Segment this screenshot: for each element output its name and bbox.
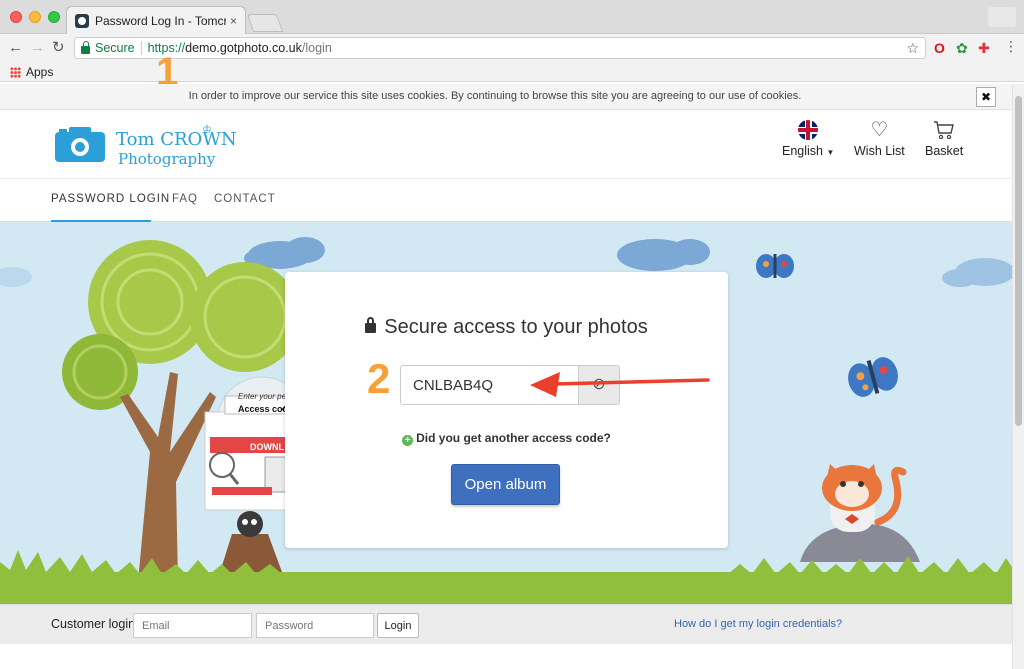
- annotation-arrow: [530, 372, 710, 397]
- back-arrow-icon[interactable]: ←: [8, 39, 23, 57]
- reload-icon[interactable]: ↻: [52, 39, 65, 57]
- main-navigation: PASSWORD LOGIN FAQ CONTACT: [0, 178, 1012, 223]
- apps-grid-icon[interactable]: [10, 67, 21, 78]
- browser-tab-strip: Password Log In - Tomcrown P ×: [0, 0, 1024, 34]
- bookmark-apps[interactable]: Apps: [26, 65, 53, 79]
- secure-label: Secure: [95, 41, 135, 55]
- new-tab-button[interactable]: [246, 14, 284, 32]
- language-selector[interactable]: English ▼: [782, 120, 834, 158]
- customer-login-label: Customer login: [51, 617, 136, 631]
- opera-extension-icon[interactable]: O: [934, 40, 945, 56]
- page-bottom: [0, 644, 1012, 669]
- bookmarks-bar: Apps: [0, 62, 1024, 82]
- password-input[interactable]: [256, 613, 374, 638]
- logo-name[interactable]: Tom CROWN: [116, 129, 237, 150]
- login-button[interactable]: Login: [377, 613, 419, 638]
- menu-kebab-icon[interactable]: ⋮: [1004, 38, 1018, 55]
- browser-toolbar: ← → ↻ Secure https:// demo.gotphoto.co.u…: [0, 34, 1024, 62]
- hero-section: Enter your perso Access code DOWNL Secur…: [0, 222, 1012, 604]
- site-favicon-icon: [75, 13, 89, 28]
- cart-icon: [934, 121, 955, 140]
- caret-down-icon: ▼: [826, 148, 835, 157]
- site-header: Tom CROWN ♔ Photography English ▼ ♡ Wish…: [0, 110, 1012, 178]
- nav-faq[interactable]: FAQ: [172, 193, 198, 205]
- cookie-close-button[interactable]: ✖: [976, 87, 996, 107]
- red-extension-icon[interactable]: ✚: [978, 40, 990, 57]
- tab-close-icon[interactable]: ×: [230, 14, 237, 28]
- forward-arrow-icon[interactable]: →: [30, 39, 45, 57]
- scrollbar-thumb[interactable]: [1015, 96, 1022, 426]
- crown-icon: ♔: [202, 124, 212, 136]
- url-host: demo.gotphoto.co.uk: [185, 41, 302, 55]
- logo-subtitle[interactable]: Photography: [118, 150, 215, 168]
- flag-uk-icon: [798, 120, 819, 140]
- customer-login-bar: Customer login Login How do I get my log…: [0, 604, 1012, 644]
- tab-title: Password Log In - Tomcrown P: [95, 13, 226, 28]
- basket-label: Basket: [925, 144, 964, 158]
- email-input[interactable]: [133, 613, 252, 638]
- cookie-banner: In order to improve our service this sit…: [0, 84, 1012, 110]
- profile-button[interactable]: [988, 7, 1016, 27]
- page-scrollbar[interactable]: [1012, 84, 1024, 669]
- wishlist-button[interactable]: ♡ Wish List: [854, 120, 905, 158]
- wishlist-label: Wish List: [854, 144, 905, 158]
- browser-tab[interactable]: Password Log In - Tomcrown P ×: [66, 6, 246, 34]
- cookie-text: In order to improve our service this sit…: [188, 90, 802, 102]
- lock-icon: [81, 40, 90, 54]
- heart-icon: ♡: [870, 119, 889, 141]
- address-divider: [140, 41, 142, 55]
- maximize-window-button[interactable]: [48, 11, 60, 23]
- nav-password-login[interactable]: PASSWORD LOGIN: [51, 193, 170, 205]
- nav-contact[interactable]: CONTACT: [214, 193, 276, 205]
- basket-button[interactable]: Basket: [925, 120, 963, 158]
- camera-logo-icon[interactable]: [55, 124, 105, 162]
- close-window-button[interactable]: [10, 11, 22, 23]
- address-bar[interactable]: Secure https:// demo.gotphoto.co.uk /log…: [74, 37, 926, 59]
- star-icon[interactable]: ☆: [906, 40, 919, 57]
- login-credentials-link[interactable]: How do I get my login credentials?: [674, 618, 842, 630]
- green-extension-icon[interactable]: ✿: [956, 40, 968, 57]
- minimize-window-button[interactable]: [29, 11, 41, 23]
- url-path: /login: [301, 41, 332, 55]
- language-label: English: [782, 144, 823, 158]
